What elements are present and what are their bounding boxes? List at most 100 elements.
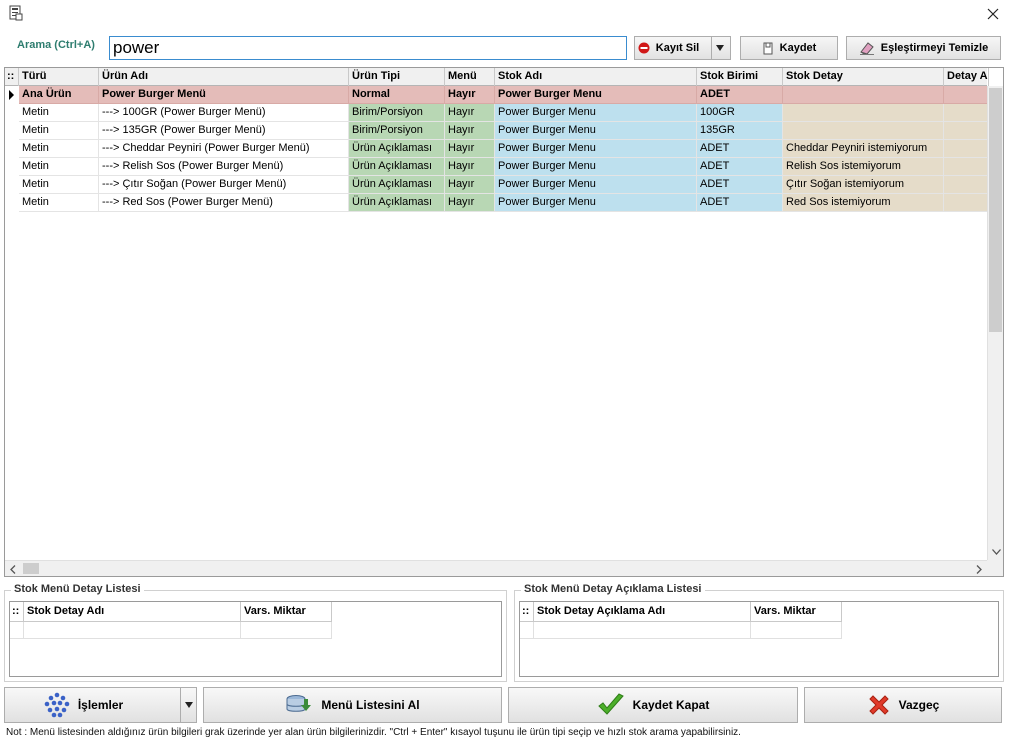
cell-unit[interactable]: 135GR [697,122,783,140]
cell-unit[interactable]: ADET [697,194,783,212]
cell-product-type[interactable]: Ürün Açıklaması [349,158,445,176]
cell-menu[interactable]: Hayır [445,140,495,158]
column-header[interactable]: Detay A [944,68,989,86]
cell-quantity[interactable] [241,622,332,639]
get-menu-list-button[interactable]: Menü Listesini Al [203,687,502,723]
cell-detail-extra[interactable] [944,86,989,104]
cell-stock[interactable]: Power Burger Menu [495,194,697,212]
delete-record-button[interactable]: Kayıt Sil [634,36,731,60]
cell-desc-name[interactable] [534,622,751,639]
cell-unit[interactable]: ADET [697,140,783,158]
product-grid[interactable]: :: Türü Ürün Adı Ürün Tipi Menü Stok Adı… [4,67,1004,577]
vertical-scroll-thumb[interactable] [989,88,1002,332]
cell-menu[interactable]: Hayır [445,122,495,140]
column-header[interactable]: Stok Detay [783,68,944,86]
list-item[interactable] [10,622,332,639]
cell-stock[interactable]: Power Burger Menu [495,122,697,140]
cell-detail[interactable]: Red Sos istemiyorum [783,194,944,212]
horizontal-scroll-thumb[interactable] [23,563,39,574]
cell-stock[interactable]: Power Burger Menu [495,104,697,122]
scroll-left-icon[interactable] [5,561,21,576]
column-header[interactable]: Stok Birimi [697,68,783,86]
column-header[interactable]: Ürün Tipi [349,68,445,86]
horizontal-scrollbar[interactable] [5,560,987,576]
cell-type[interactable]: Metin [19,176,99,194]
search-input[interactable] [109,36,627,60]
cell-stock[interactable]: Power Burger Menu [495,158,697,176]
table-row[interactable]: Metin ---> 135GR (Power Burger Menü) Bir… [5,122,989,140]
cell-detail-extra[interactable] [944,194,989,212]
table-row[interactable]: Metin ---> Red Sos (Power Burger Menü) Ü… [5,194,989,212]
grid-drag-handle[interactable]: :: [10,602,24,622]
cell-stock[interactable]: Power Burger Menu [495,140,697,158]
cell-type[interactable]: Metin [19,104,99,122]
vertical-scrollbar[interactable] [987,86,1003,560]
row-selector[interactable] [10,622,24,639]
cell-unit[interactable]: ADET [697,158,783,176]
row-selector[interactable] [520,622,534,639]
cell-product-type[interactable]: Ürün Açıklaması [349,140,445,158]
cell-menu[interactable]: Hayır [445,86,495,104]
table-row[interactable]: Metin ---> Çıtır Soğan (Power Burger Men… [5,176,989,194]
cell-menu[interactable]: Hayır [445,104,495,122]
table-row[interactable]: Metin ---> Cheddar Peyniri (Power Burger… [5,140,989,158]
cell-quantity[interactable] [751,622,842,639]
cell-detail[interactable] [783,122,944,140]
column-header[interactable]: Ürün Adı [99,68,349,86]
cell-detail-name[interactable] [24,622,241,639]
column-header[interactable]: Vars. Miktar [241,602,332,622]
cell-type[interactable]: Ana Ürün [19,86,99,104]
cell-unit[interactable]: 100GR [697,104,783,122]
cell-detail-extra[interactable] [944,122,989,140]
cell-product-type[interactable]: Birim/Porsiyon [349,122,445,140]
column-header[interactable]: Stok Detay Adı [24,602,241,622]
cell-menu[interactable]: Hayır [445,158,495,176]
table-row[interactable]: Metin ---> Relish Sos (Power Burger Menü… [5,158,989,176]
detail-list-grid[interactable]: :: Stok Detay Adı Vars. Miktar [9,601,502,677]
cell-product-type[interactable]: Normal [349,86,445,104]
column-header[interactable]: Türü [19,68,99,86]
cell-product-type[interactable]: Ürün Açıklaması [349,176,445,194]
save-close-button[interactable]: Kaydet Kapat [508,687,798,723]
cell-type[interactable]: Metin [19,194,99,212]
grid-drag-handle[interactable]: :: [5,68,19,86]
cell-product[interactable]: ---> 135GR (Power Burger Menü) [99,122,349,140]
operations-button[interactable]: İşlemler [4,687,197,723]
cell-product[interactable]: ---> Çıtır Soğan (Power Burger Menü) [99,176,349,194]
close-button[interactable] [978,0,1008,28]
cell-menu[interactable]: Hayır [445,194,495,212]
cell-detail[interactable]: Çıtır Soğan istemiyorum [783,176,944,194]
column-header[interactable]: Vars. Miktar [751,602,842,622]
cell-product[interactable]: Power Burger Menü [99,86,349,104]
cell-product[interactable]: ---> Red Sos (Power Burger Menü) [99,194,349,212]
cell-stock[interactable]: Power Burger Menu [495,176,697,194]
cell-menu[interactable]: Hayır [445,176,495,194]
cell-detail-extra[interactable] [944,140,989,158]
cell-detail-extra[interactable] [944,158,989,176]
cell-type[interactable]: Metin [19,122,99,140]
cell-detail[interactable] [783,86,944,104]
cell-product-type[interactable]: Birim/Porsiyon [349,104,445,122]
cell-detail[interactable]: Relish Sos istemiyorum [783,158,944,176]
cell-type[interactable]: Metin [19,158,99,176]
cell-product[interactable]: ---> 100GR (Power Burger Menü) [99,104,349,122]
column-header[interactable]: Stok Adı [495,68,697,86]
table-row[interactable]: Ana Ürün Power Burger Menü Normal Hayır … [5,86,989,104]
table-row[interactable]: Metin ---> 100GR (Power Burger Menü) Bir… [5,104,989,122]
scroll-down-icon[interactable] [988,544,1003,560]
dropdown-arrow-icon[interactable] [711,37,727,59]
desc-list-grid[interactable]: :: Stok Detay Açıklama Adı Vars. Miktar [519,601,999,677]
dropdown-arrow-icon[interactable] [180,688,196,722]
cell-detail[interactable] [783,104,944,122]
clear-matching-button[interactable]: Eşleştirmeyi Temizle [846,36,1001,60]
cell-stock[interactable]: Power Burger Menu [495,86,697,104]
column-header[interactable]: Menü [445,68,495,86]
cell-product-type[interactable]: Ürün Açıklaması [349,194,445,212]
save-button[interactable]: Kaydet [740,36,838,60]
column-header[interactable]: Stok Detay Açıklama Adı [534,602,751,622]
cell-detail[interactable]: Cheddar Peyniri istemiyorum [783,140,944,158]
cell-product[interactable]: ---> Cheddar Peyniri (Power Burger Menü) [99,140,349,158]
grid-drag-handle[interactable]: :: [520,602,534,622]
cell-detail-extra[interactable] [944,104,989,122]
cell-unit[interactable]: ADET [697,176,783,194]
